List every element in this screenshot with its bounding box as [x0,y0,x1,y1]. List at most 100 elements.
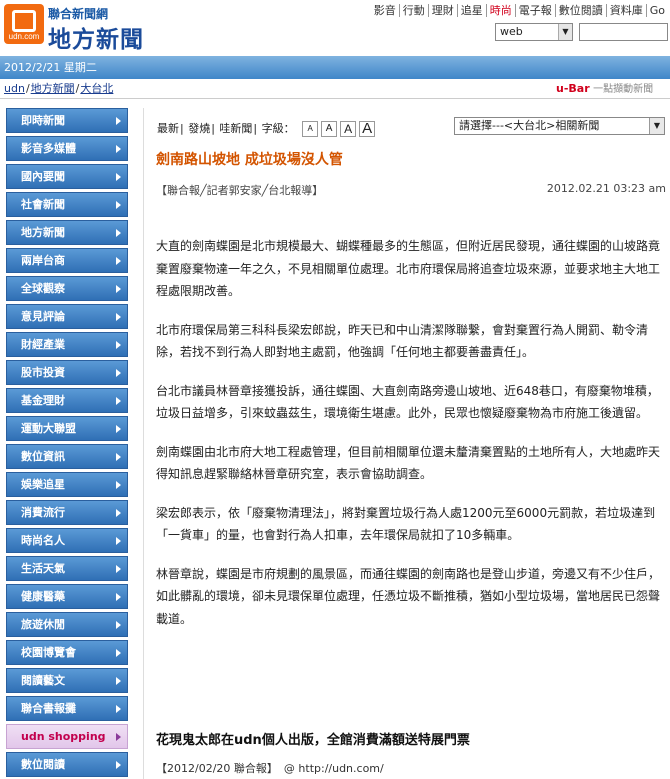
sidebar-item-label: 校園博覽會 [21,646,76,659]
tab-latest[interactable]: 最新 [156,122,180,135]
article-byline: 【聯合報╱記者郭安家╱台北報導】 2012.02.21 03:23 am [156,182,666,198]
sidebar-item[interactable]: 數位閱讀 [6,752,128,777]
sidebar-item[interactable]: 閱讀藝文 [6,668,128,693]
sidebar-item[interactable]: 影音多媒體 [6,136,128,161]
chevron-right-icon [116,761,121,769]
chevron-right-icon [116,621,121,629]
sidebar-item-label: 消費流行 [21,506,65,519]
tab-wow-news[interactable]: 哇新聞 [218,122,253,135]
ubar-brand: u-Bar [556,82,590,95]
promo-link[interactable]: 花現鬼太郎在udn個人出版，全館消費滿額送特展門票 [156,729,470,748]
sidebar-item-label: 兩岸台商 [21,254,65,267]
chevron-right-icon [116,257,121,265]
logo-section-name: 地方新聞 [48,26,144,53]
sidebar-item-label: 意見評論 [21,310,65,323]
sidebar-item-label: 影音多媒體 [21,142,76,155]
article-body: 大直的劍南蝶園是北市規模最大、蝴蝶種最多的生態區，但附近居民發現，通往蝶園的山坡… [156,235,664,646]
breadcrumb-local-news[interactable]: 地方新聞 [31,82,75,95]
sidebar-item-label: 地方新聞 [21,226,65,239]
breadcrumb: udn/地方新聞/大台北 [4,82,114,95]
sidebar-item[interactable]: 旅遊休閒 [6,612,128,637]
udn-logo-icon: udn.com [4,4,44,44]
topnav-link-newsletter[interactable]: 電子報 [514,4,555,17]
sidebar-item[interactable]: 兩岸台商 [6,248,128,273]
sidebar-item-label: 即時新聞 [21,114,65,127]
topnav-link-video[interactable]: 影音 [371,4,399,17]
chevron-right-icon [116,593,121,601]
sidebar-item-label: 國內要聞 [21,170,65,183]
related-news-select[interactable]: 請選擇---<大台北>相關新聞 ▼ [454,117,665,135]
sidebar-item[interactable]: 時尚名人 [6,528,128,553]
sidebar-item[interactable]: 全球觀察 [6,276,128,301]
sidebar-item[interactable]: 意見評論 [6,304,128,329]
breadcrumb-udn[interactable]: udn [4,82,25,95]
chevron-right-icon [116,369,121,377]
article-author: 【聯合報╱記者郭安家╱台北報導】 [156,184,324,197]
topnav-link-stars[interactable]: 追星 [456,4,486,17]
article-paragraph: 大直的劍南蝶園是北市規模最大、蝴蝶種最多的生態區，但附近居民發現，通往蝶園的山坡… [156,239,661,298]
chevron-right-icon [116,481,121,489]
chevron-right-icon [116,705,121,713]
sidebar-item[interactable]: 校園博覽會 [6,640,128,665]
search-scope-select[interactable]: web ▼ [495,23,573,41]
topnav-link-finance[interactable]: 理財 [427,4,457,17]
at-icon: @ [283,762,295,775]
topnav-link-fashion[interactable]: 時尚 [485,4,515,17]
sidebar-item-label: 運動大聯盟 [21,422,76,435]
date-bar: 2012/2/21 星期二 [0,56,670,79]
chevron-right-icon [116,173,121,181]
sidebar-item[interactable]: 聯合書報攤 [6,696,128,721]
breadcrumb-taipei[interactable]: 大台北 [80,82,113,95]
chevron-right-icon [116,425,121,433]
font-size-small-button[interactable]: A [321,121,338,137]
topnav-link-go[interactable]: Go [645,4,668,17]
sidebar-item-label: 聯合書報攤 [21,702,76,715]
chevron-right-icon [116,453,121,461]
topnav-link-mobile[interactable]: 行動 [398,4,428,17]
font-size-xsmall-button[interactable]: A [302,121,319,137]
font-size-medium-button[interactable]: A [340,121,357,137]
sidebar-item[interactable]: 即時新聞 [6,108,128,133]
sidebar-item[interactable]: 基金理財 [6,388,128,413]
source-url-link[interactable]: http://udn.com/ [298,762,383,775]
sidebar-item-label: 財經產業 [21,338,65,351]
sidebar-item[interactable]: 地方新聞 [6,220,128,245]
chevron-right-icon [116,285,121,293]
sidebar-item-label: 旅遊休閒 [21,618,65,631]
article-paragraph: 梁宏郎表示，依「廢棄物清理法」，將對棄置垃圾行為人處1200元至6000元罰款，… [156,505,656,543]
sidebar-item[interactable]: 運動大聯盟 [6,416,128,441]
ubar-promo[interactable]: u-Bar 一點擷動新聞 [556,79,653,100]
font-size-large-button[interactable]: A [359,121,376,137]
site-logo[interactable]: udn.com 聯合新聞網 地方新聞 [4,4,154,53]
sidebar-item[interactable]: 社會新聞 [6,192,128,217]
sidebar-item[interactable]: 消費流行 [6,500,128,525]
sidebar-item[interactable]: 國內要聞 [6,164,128,189]
sidebar-item-label: 股市投資 [21,366,65,379]
tab-hot[interactable]: 發燒 [187,122,211,135]
sidebar-item[interactable]: 娛樂追星 [6,472,128,497]
sidebar-item-label: 社會新聞 [21,198,65,211]
sidebar-nav: 即時新聞影音多媒體國內要聞社會新聞地方新聞兩岸台商全球觀察意見評論財經產業股市投… [6,108,128,779]
search-input[interactable] [579,23,668,41]
sidebar-item-label: 數位資訊 [21,450,65,463]
sidebar-item[interactable]: 生活天氣 [6,556,128,581]
breadcrumb-row: udn/地方新聞/大台北 u-Bar 一點擷動新聞 [0,79,670,99]
article-paragraph: 劍南蝶園由北市府大地工程處管理，但目前相關單位還未釐清棄置點的土地所有人，大地處… [156,444,661,482]
chevron-right-icon [116,341,121,349]
chevron-right-icon [116,509,121,517]
sidebar-item[interactable]: 財經產業 [6,332,128,357]
sidebar-item-label: 生活天氣 [21,562,65,575]
font-size-label: 字級： [261,122,295,135]
article-paragraph: 台北市議員林晉章接獲投訴，通往蝶園、大直劍南路旁邊山坡地、近648巷口，有廢棄物… [156,383,659,421]
topnav-link-digital-reading[interactable]: 數位閱讀 [554,4,606,17]
chevron-right-icon [116,313,121,321]
sidebar-item[interactable]: udn shopping [6,724,128,749]
article-date: 2012.02.21 03:23 am [546,182,666,195]
article-title: 劍南路山坡地 成垃圾場沒人管 [156,152,343,168]
topnav-link-database[interactable]: 資料庫 [605,4,646,17]
sidebar-item[interactable]: 數位資訊 [6,444,128,469]
sidebar-item-label: 健康醫藥 [21,590,65,603]
chevron-right-icon [116,145,121,153]
sidebar-item[interactable]: 健康醫藥 [6,584,128,609]
sidebar-item[interactable]: 股市投資 [6,360,128,385]
